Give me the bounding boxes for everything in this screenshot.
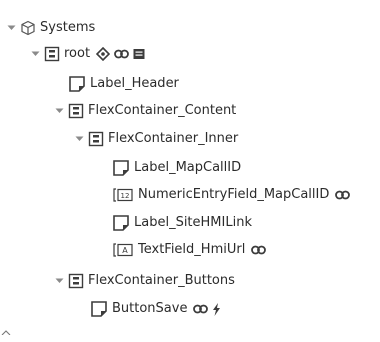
tree-node-label: FlexContainer_Buttons: [88, 273, 235, 288]
tree-node-flexcontainer-buttons[interactable]: FlexContainer_Buttons: [54, 271, 235, 291]
flex-container-icon: [44, 46, 60, 62]
tree-node-label: Label_SiteHMILink: [134, 215, 252, 230]
cube-icon: [20, 20, 36, 36]
script-icon[interactable]: [133, 48, 145, 60]
chevron-down-icon[interactable]: [74, 133, 84, 145]
cube-icon: [0, 329, 12, 335]
flex-container-icon: [68, 273, 84, 289]
tree-node-label: Label_Header: [90, 76, 179, 91]
tree-node-label: FlexContainer_Content: [88, 103, 237, 118]
chevron-down-icon[interactable]: [54, 275, 64, 287]
style-icon[interactable]: [96, 47, 111, 61]
chevron-down-icon[interactable]: [54, 105, 64, 117]
label-icon: [68, 75, 86, 93]
link-icon[interactable]: [193, 304, 209, 314]
tree-node-label: Systems: [40, 20, 96, 35]
chevron-down-icon[interactable]: [30, 48, 40, 60]
tree-node-label: FlexContainer_Inner: [108, 131, 239, 146]
tree-node-flexcontainer-inner[interactable]: FlexContainer_Inner: [74, 129, 238, 149]
lightning-icon[interactable]: [212, 302, 221, 316]
label-icon: [112, 214, 130, 232]
tree-node-numericentryfield-mapcallid[interactable]: 12 NumericEntryField_MapCallID: [112, 185, 351, 205]
tree-node-root[interactable]: root: [30, 44, 145, 64]
tree-node-label: NumericEntryField_MapCallID: [138, 187, 330, 202]
link-icon[interactable]: [114, 49, 129, 59]
tree-node-label: Label_MapCallID: [134, 160, 242, 175]
svg-text:12: 12: [121, 192, 130, 200]
tree-node-label: root: [64, 46, 91, 61]
tree-node-label-header[interactable]: Label_Header: [68, 74, 179, 94]
flex-container-icon: [88, 131, 104, 147]
numeric-entry-icon: 12: [112, 187, 134, 203]
label-icon: [112, 159, 130, 177]
tree-node-label: ButtonSave: [112, 301, 188, 316]
tree-node-flexcontainer-content[interactable]: FlexContainer_Content: [54, 101, 236, 121]
tree-node-label: TextField_HmiUrl: [138, 242, 246, 257]
chevron-down-icon[interactable]: [6, 22, 16, 34]
link-icon[interactable]: [251, 245, 267, 255]
tree-node-label-sitehmilink[interactable]: Label_SiteHMILink: [112, 213, 252, 233]
project-tree: Systems root Label_Header FlexContainer_…: [0, 0, 380, 335]
text-field-icon: A: [112, 242, 134, 258]
tree-node-partial[interactable]: [0, 322, 16, 342]
tree-node-textfield-hmiurl[interactable]: A TextField_HmiUrl: [112, 240, 267, 260]
tree-node-label-mapcallid[interactable]: Label_MapCallID: [112, 158, 241, 178]
svg-text:A: A: [122, 246, 128, 255]
tree-node-buttonsave[interactable]: ButtonSave: [90, 299, 221, 319]
label-icon: [90, 300, 108, 318]
link-icon[interactable]: [335, 190, 351, 200]
flex-container-icon: [68, 103, 84, 119]
tree-node-systems[interactable]: Systems: [6, 18, 95, 38]
